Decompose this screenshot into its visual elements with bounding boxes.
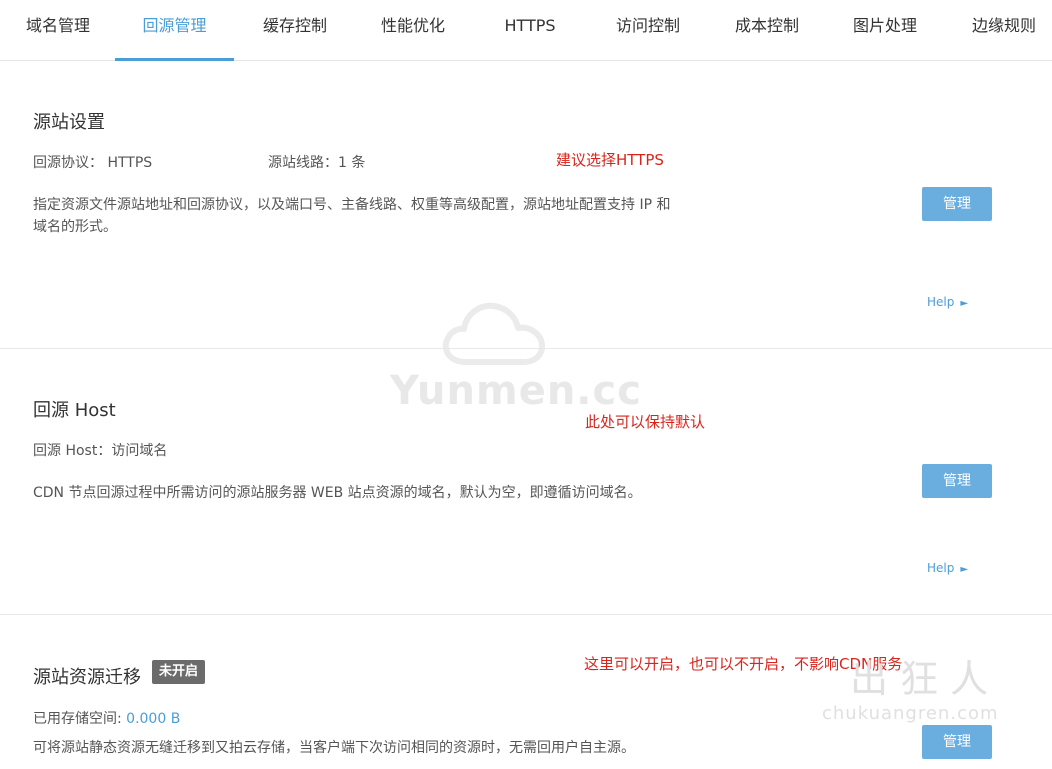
origin-settings-title: 源站设置 — [33, 112, 105, 133]
origin-settings-description: 指定资源文件源站地址和回源协议，以及端口号、主备线路、权重等高级配置，源站地址配… — [33, 194, 733, 238]
tab-edge-rules[interactable]: 边缘规则 — [968, 0, 1040, 58]
origin-migration-title: 源站资源迁移 — [33, 667, 141, 688]
origin-migration-description: 可将源站静态资源无缝迁移到又拍云存储，当客户端下次访问相同的资源时，无需回用户自… — [33, 740, 635, 756]
origin-host-manage-button[interactable]: 管理 — [922, 464, 992, 498]
origin-settings-note: 建议选择HTTPS — [556, 151, 664, 169]
status-badge: 未开启 — [152, 660, 206, 684]
storage-label: 已用存储空间: — [33, 711, 127, 727]
play-arrow-icon: ► — [960, 564, 969, 575]
origin-protocol: 回源协议： HTTPS — [33, 155, 153, 171]
help-label: Help — [927, 295, 955, 309]
storage-used: 已用存储空间: 0.000 B — [33, 708, 180, 728]
origin-host-note: 此处可以保持默认 — [585, 413, 706, 431]
help-label: Help — [927, 561, 955, 575]
origin-host-title: 回源 Host — [33, 400, 116, 421]
origin-host-value: 回源 Host：访问域名 — [33, 443, 168, 459]
origin-settings-description-line1: 指定资源文件源站地址和回源协议，以及端口号、主备线路、权重等高级配置，源站地址配… — [33, 197, 671, 213]
tab-cost-control[interactable]: 成本控制 — [731, 0, 803, 58]
cloud-watermark-icon — [442, 302, 545, 365]
tab-bar: 域名管理 回源管理 缓存控制 性能优化 HTTPS 访问控制 成本控制 图片处理… — [0, 0, 1052, 61]
tab-domain-management[interactable]: 域名管理 — [22, 0, 94, 58]
section-divider — [0, 614, 1052, 615]
storage-value: 0.000 B — [126, 711, 181, 727]
origin-settings-help-link[interactable]: Help ► — [927, 295, 968, 309]
origin-host-help-link[interactable]: Help ► — [927, 561, 968, 575]
tab-https[interactable]: HTTPS — [500, 0, 560, 58]
tab-image-processing[interactable]: 图片处理 — [849, 0, 921, 58]
section-divider — [0, 348, 1052, 349]
origin-settings-description-line2: 域名的形式。 — [33, 219, 117, 235]
yunmen-watermark: Yunmen.cc — [390, 368, 642, 414]
origin-lines: 源站线路：1 条 — [268, 155, 366, 171]
origin-migration-manage-button[interactable]: 管理 — [922, 725, 992, 759]
tab-cache-control[interactable]: 缓存控制 — [259, 0, 331, 58]
play-arrow-icon: ► — [960, 298, 969, 309]
tab-access-control[interactable]: 访问控制 — [612, 0, 684, 58]
chukuangren-domain-watermark: chukuangren.com — [822, 703, 999, 724]
origin-host-description: CDN 节点回源过程中所需访问的源站服务器 WEB 站点资源的域名，默认为空，即… — [33, 485, 642, 501]
tab-performance[interactable]: 性能优化 — [377, 0, 449, 58]
chukuangren-watermark: 出 狂 人 — [850, 657, 989, 701]
tab-origin-management[interactable]: 回源管理 — [115, 0, 234, 61]
origin-settings-manage-button[interactable]: 管理 — [922, 187, 992, 221]
